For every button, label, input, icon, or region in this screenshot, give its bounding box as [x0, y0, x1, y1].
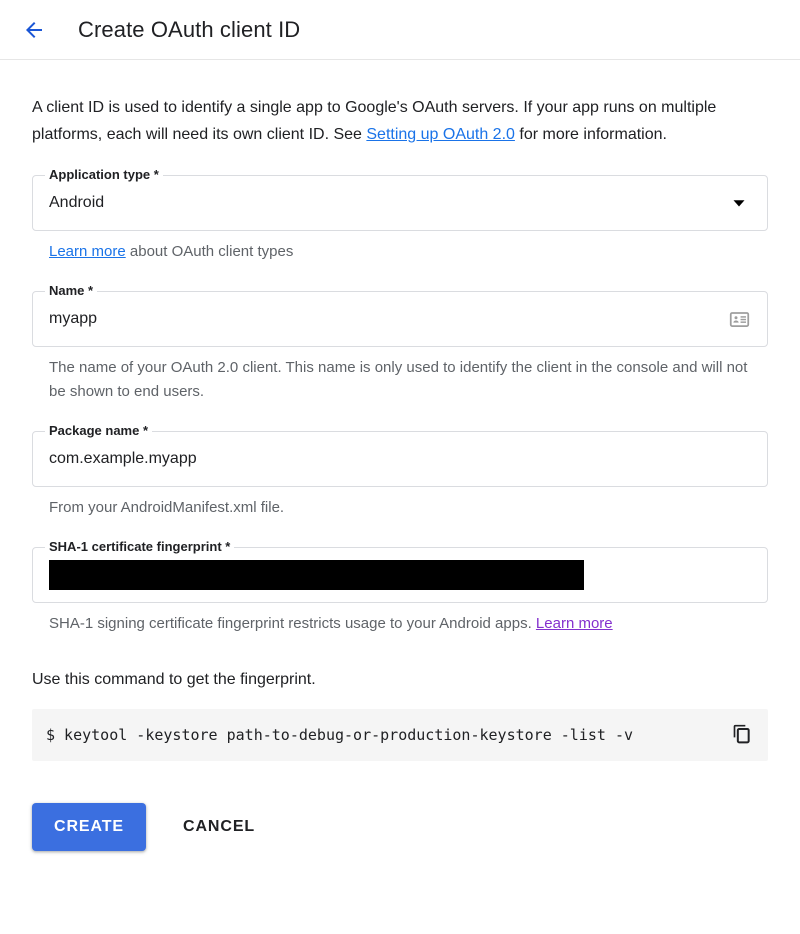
application-type-helper: Learn more about OAuth client types — [49, 240, 749, 264]
sha1-label: SHA-1 certificate fingerprint * — [45, 539, 235, 555]
contact-card-icon[interactable] — [727, 307, 751, 331]
oauth-client-types-learn-more-link[interactable]: Learn more — [49, 243, 126, 260]
back-button[interactable] — [12, 8, 56, 52]
application-type-select[interactable]: Application type * Android — [32, 167, 768, 231]
page-header: Create OAuth client ID — [0, 0, 800, 60]
name-label: Name * — [45, 283, 98, 299]
form-actions: CREATE CANCEL — [32, 803, 768, 851]
sha1-learn-more-link[interactable]: Learn more — [536, 615, 613, 632]
command-intro-text: Use this command to get the fingerprint. — [32, 671, 316, 688]
package-name-label: Package name * — [45, 423, 153, 439]
cancel-button[interactable]: CANCEL — [167, 803, 271, 851]
package-name-helper-text: From your AndroidManifest.xml file. — [49, 499, 285, 516]
copy-button[interactable] — [730, 723, 754, 747]
copy-icon — [732, 724, 752, 747]
application-type-helper-rest: about OAuth client types — [125, 243, 294, 260]
name-helper-text: The name of your OAuth 2.0 client. This … — [49, 359, 748, 400]
intro-text-part2: for more information. — [514, 126, 667, 143]
sha1-field[interactable]: SHA-1 certificate fingerprint * — [32, 539, 768, 603]
sha1-helper-text: SHA-1 signing certificate fingerprint re… — [49, 612, 749, 636]
application-type-group: Application type * Android Learn more ab… — [32, 167, 768, 264]
chevron-down-icon[interactable] — [727, 191, 751, 215]
package-name-input[interactable]: com.example.myapp — [49, 449, 751, 469]
create-button[interactable]: CREATE — [32, 803, 146, 851]
command-text: $ keytool -keystore path-to-debug-or-pro… — [46, 726, 633, 744]
sha1-redaction-bar — [49, 560, 584, 590]
application-type-label: Application type * — [45, 167, 163, 183]
intro-paragraph: A client ID is used to identify a single… — [32, 60, 768, 148]
name-field[interactable]: Name * myapp — [32, 283, 768, 347]
sha1-helper-body: SHA-1 signing certificate fingerprint re… — [49, 615, 536, 632]
page-content: A client ID is used to identify a single… — [0, 60, 800, 851]
name-group: Name * myapp The name of your OAuth 2.0 … — [32, 283, 768, 404]
page-title: Create OAuth client ID — [78, 16, 301, 42]
application-type-value: Android — [49, 194, 105, 211]
sha1-group: SHA-1 certificate fingerprint * SHA-1 si… — [32, 539, 768, 636]
package-name-group: Package name * com.example.myapp From yo… — [32, 423, 768, 520]
setting-up-oauth-link[interactable]: Setting up OAuth 2.0 — [366, 126, 515, 143]
create-oauth-client-page: Create OAuth client ID A client ID is us… — [0, 0, 800, 934]
package-name-field[interactable]: Package name * com.example.myapp — [32, 423, 768, 487]
arrow-left-icon — [22, 18, 46, 42]
command-block: $ keytool -keystore path-to-debug-or-pro… — [32, 709, 768, 761]
name-input[interactable]: myapp — [49, 309, 719, 329]
